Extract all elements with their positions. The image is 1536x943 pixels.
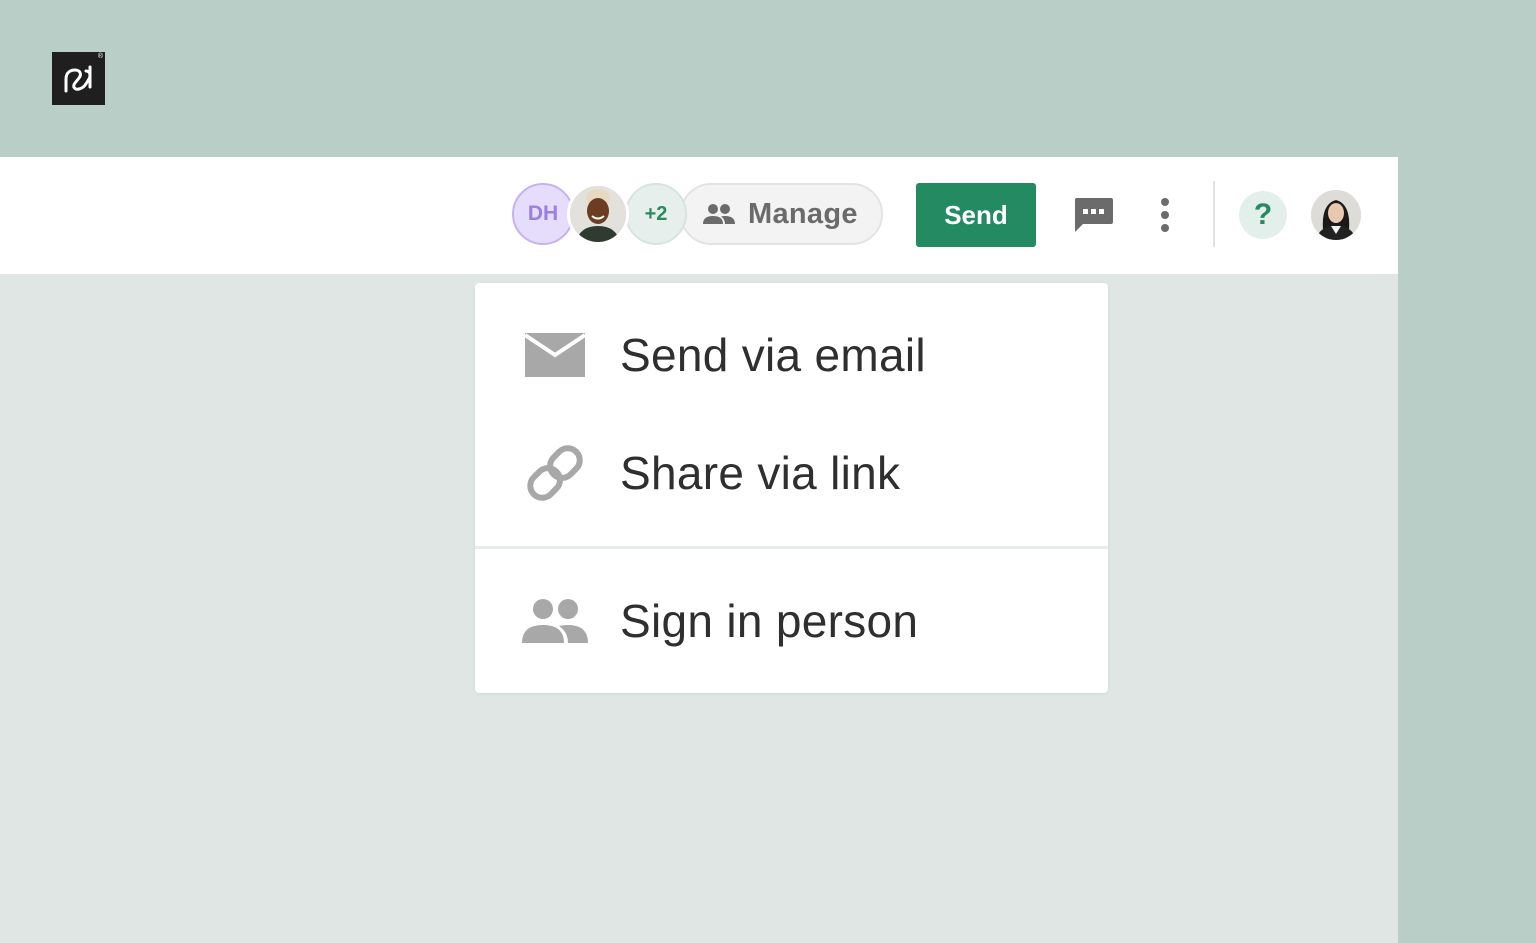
chat-icon [1075,198,1113,232]
menu-item-label: Sign in person [620,595,919,647]
registered-mark: ® [97,53,103,60]
pandadoc-logo-icon [64,65,91,92]
comments-button[interactable] [1068,193,1118,237]
collaborator-avatar-photo[interactable] [567,183,629,245]
link-icon [515,438,595,508]
collaborator-initials: DH [527,202,559,225]
more-options-button[interactable] [1148,193,1182,237]
collaborator-avatar-initials[interactable]: DH [512,183,574,245]
help-question-icon: ? [1253,198,1273,231]
menu-item-label: Send via email [620,329,926,381]
envelope-icon [515,320,595,390]
manage-button[interactable]: Manage [680,183,883,245]
menu-item-share-via-link[interactable]: Share via link [475,418,1108,528]
pandadoc-logo[interactable]: ® [52,52,105,105]
document-toolbar: DH +2 Manage Send ? [0,157,1398,274]
send-options-menu: Send via email Share via link Sign in pe… [475,283,1108,693]
more-collaborators-count[interactable]: +2 [625,183,687,245]
send-button[interactable]: Send [916,183,1036,247]
vertical-dots-icon [1161,198,1169,232]
person-photo-icon [570,186,626,242]
collaborators-count-label: +2 [644,202,668,225]
toolbar-divider [1213,181,1215,247]
help-button[interactable]: ? [1239,191,1287,239]
people-icon [515,586,595,656]
user-avatar[interactable] [1311,190,1361,240]
manage-label: Manage [748,197,858,230]
user-photo-icon [1311,190,1361,240]
menu-item-sign-in-person[interactable]: Sign in person [475,566,1108,676]
menu-item-label: Share via link [620,447,901,499]
menu-item-send-via-email[interactable]: Send via email [475,300,1108,410]
people-icon [703,204,735,224]
menu-divider [475,546,1108,549]
